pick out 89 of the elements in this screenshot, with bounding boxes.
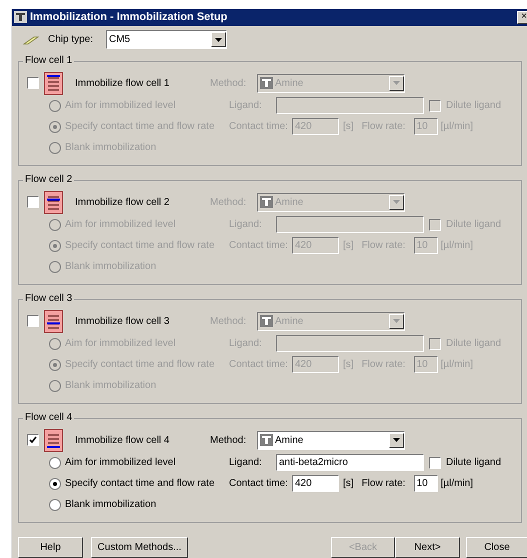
ligand-label: Ligand:	[229, 99, 263, 113]
radio-label: Specify contact time and flow rate	[65, 477, 215, 491]
contact-time-label: Contact time:	[229, 477, 289, 491]
dilute-label: Dilute ligand	[446, 218, 502, 232]
radio-label: Aim for immobilized level	[65, 99, 176, 113]
ligand-label: Ligand:	[229, 337, 263, 351]
radio-button[interactable]	[49, 142, 61, 154]
radio-button[interactable]	[49, 380, 61, 392]
unit-label: [µl/min]	[440, 239, 473, 253]
dialog-button[interactable]: Help	[18, 537, 83, 558]
checkbox[interactable]	[429, 456, 441, 468]
close-button[interactable]: ×	[517, 10, 527, 24]
dialog-button[interactable]: Close	[466, 537, 527, 558]
dialog-button[interactable]: Next>	[395, 537, 460, 558]
checkbox[interactable]	[429, 218, 441, 230]
dilute-label: Dilute ligand	[446, 337, 502, 351]
radio-label: Blank immobilization	[65, 498, 156, 512]
radio-label: Blank immobilization	[65, 379, 156, 393]
contact-time-label: Contact time:	[229, 358, 289, 372]
immobilize-label: Immobilize flow cell 1	[75, 76, 170, 90]
radio-label: Aim for immobilized level	[65, 337, 176, 351]
unit-label: [µl/min]	[440, 358, 473, 372]
dialog-button[interactable]: Custom Methods...	[91, 537, 188, 558]
unit-label: [µl/min]	[440, 477, 473, 491]
radio-label: Blank immobilization	[65, 260, 156, 274]
flow-rate-label: Flow rate:	[362, 358, 406, 372]
radio-button[interactable]	[49, 240, 61, 252]
app-icon	[14, 11, 27, 24]
method-icon	[260, 77, 273, 89]
checkbox[interactable]	[27, 77, 39, 89]
checkbox[interactable]	[429, 338, 441, 350]
ligand-label: Ligand:	[229, 218, 263, 232]
ligand-label: Ligand:	[229, 456, 263, 470]
ligand-field[interactable]: anti-beta2micro	[276, 454, 424, 471]
radio-label: Specify contact time and flow rate	[65, 239, 215, 253]
contact-time-field[interactable]: 420	[292, 475, 339, 492]
radio-label: Blank immobilization	[65, 141, 156, 155]
radio-button[interactable]	[49, 120, 61, 132]
chip-type-label: Chip type:	[48, 33, 94, 48]
radio-button[interactable]	[49, 478, 61, 490]
dilute-label: Dilute ligand	[446, 456, 502, 470]
radio-label: Specify contact time and flow rate	[65, 120, 215, 134]
flow-rate-label: Flow rate:	[362, 477, 406, 491]
dilute-label: Dilute ligand	[446, 99, 502, 113]
flow-rate-label: Flow rate:	[362, 239, 406, 253]
radio-button[interactable]	[49, 456, 61, 468]
flow-cell-icon	[44, 310, 63, 332]
method-dropdown[interactable]: Amine	[257, 430, 405, 450]
radio-label: Specify contact time and flow rate	[65, 358, 215, 372]
unit-label: [s]	[343, 358, 354, 372]
contact-time-label: Contact time:	[229, 120, 289, 134]
flow-cell-icon	[44, 190, 63, 214]
window-title: Immobilization - Immobilization Setup	[30, 10, 228, 25]
method-label: Method:	[210, 314, 248, 328]
flow-cell-icon	[44, 72, 63, 94]
immobilize-label: Immobilize flow cell 4	[75, 434, 170, 448]
flow-cell-icon	[44, 428, 63, 452]
checkbox[interactable]	[27, 315, 39, 327]
unit-label: [s]	[343, 239, 354, 253]
radio-label: Aim for immobilized level	[65, 456, 176, 470]
ligand-field[interactable]	[276, 335, 424, 352]
contact-time-label: Contact time:	[229, 239, 289, 253]
flow-rate-field[interactable]: 10	[414, 475, 438, 492]
radio-button[interactable]	[49, 100, 61, 112]
unit-label: [s]	[343, 477, 354, 491]
radio-button[interactable]	[49, 218, 61, 230]
radio-label: Aim for immobilized level	[65, 218, 176, 232]
flow-rate-label: Flow rate:	[362, 120, 406, 134]
immobilize-label: Immobilize flow cell 2	[75, 196, 170, 210]
method-icon	[260, 434, 273, 446]
chip-type-dropdown[interactable]: CM5	[106, 30, 227, 50]
ligand-field[interactable]	[276, 216, 424, 233]
radio-button[interactable]	[49, 358, 61, 370]
checkbox[interactable]	[27, 196, 39, 208]
method-label: Method:	[210, 196, 248, 210]
unit-label: [µl/min]	[440, 120, 473, 134]
radio-button[interactable]	[49, 498, 61, 510]
method-label: Method:	[210, 76, 248, 90]
method-icon	[260, 196, 273, 208]
chip-icon	[22, 34, 40, 45]
method-icon	[260, 315, 273, 327]
radio-button[interactable]	[49, 260, 61, 272]
immobilize-label: Immobilize flow cell 3	[75, 314, 170, 328]
radio-button[interactable]	[49, 338, 61, 350]
unit-label: [s]	[343, 120, 354, 134]
method-label: Method:	[210, 434, 248, 448]
ligand-field[interactable]	[276, 97, 424, 114]
checkbox[interactable]	[27, 434, 39, 446]
checkbox[interactable]	[429, 100, 441, 112]
